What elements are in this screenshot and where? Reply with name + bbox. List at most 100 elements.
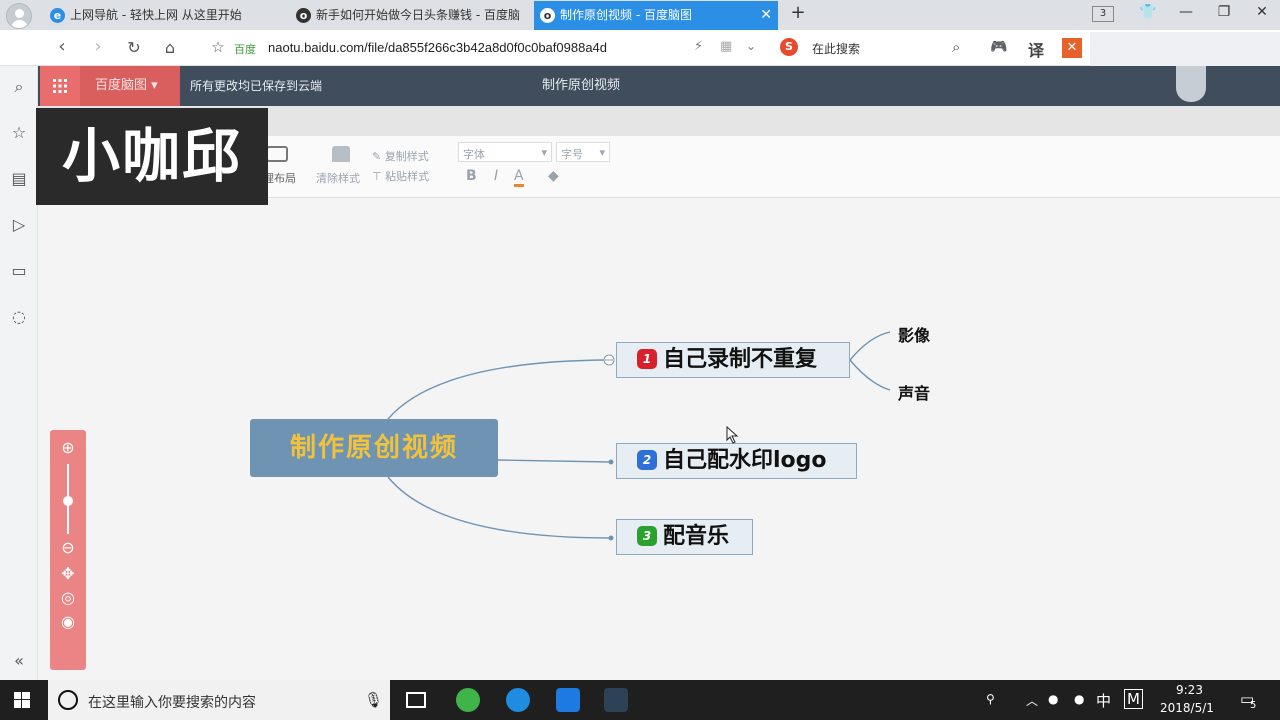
copy-style-button[interactable]: ✎ 复制样式 xyxy=(372,148,429,164)
grid-icon xyxy=(53,79,67,93)
search-engine-icon[interactable]: S xyxy=(780,38,798,56)
qq-icon-2[interactable]: ● xyxy=(1074,692,1084,706)
move-icon[interactable]: ✥ xyxy=(58,564,78,584)
tab-3-active[interactable]: o 制作原创视频 - 百度脑图 ✕ xyxy=(534,1,778,30)
windows-start-icon[interactable] xyxy=(14,692,30,708)
leaf-node-image[interactable]: 影像 xyxy=(898,322,930,346)
paste-style-button[interactable]: ⊤ 粘贴样式 xyxy=(372,168,429,184)
clear-style-button[interactable]: 清除样式 xyxy=(316,170,360,186)
grid-menu-button[interactable] xyxy=(40,66,80,106)
app-header: 百度脑图 ▾ 所有更改均已保存到云端 制作原创视频 xyxy=(0,66,1280,106)
search-input[interactable]: 在此搜索 xyxy=(812,40,860,57)
translate-icon[interactable]: 译 xyxy=(1028,37,1044,61)
forward-icon[interactable]: › xyxy=(86,36,110,57)
video-icon[interactable]: ▭ xyxy=(8,260,30,282)
font-size-select[interactable]: 字号 ▾ xyxy=(556,142,610,162)
microphone-icon[interactable]: 🎙 xyxy=(364,691,383,709)
brush-icon: ✎ xyxy=(372,150,382,163)
zoom-panel: ⊕ ⊖ ✥ ◎ ◉ xyxy=(50,430,86,670)
font-family-select[interactable]: 字体 ▾ xyxy=(458,142,552,162)
home-icon[interactable]: ⌂ xyxy=(158,38,182,57)
close-window-icon[interactable]: ✕ xyxy=(1250,4,1274,20)
restore-icon[interactable]: ❐ xyxy=(1212,4,1236,20)
clock-date[interactable]: 2018/5/1 xyxy=(1160,701,1214,715)
reader-icon[interactable]: ▤ xyxy=(8,168,30,190)
lightning-icon[interactable]: ⚡ xyxy=(694,39,703,54)
tab-1-label: 上网导航 - 轻快上网 从这里开始 xyxy=(70,8,242,22)
mouse-cursor-icon xyxy=(726,426,739,444)
browser-sidebar: ⌕ ☆ ▤ ▷ ▭ ◌ « xyxy=(0,66,38,680)
clear-style-icon xyxy=(332,146,350,162)
clock-time[interactable]: 9:23 xyxy=(1176,683,1203,697)
locate-icon[interactable]: ◎ xyxy=(58,588,78,608)
url-input[interactable]: naotu.baidu.com/file/da855f266c3b42a8d0f… xyxy=(268,40,607,55)
taskbar-search-input[interactable]: 在这里输入你要搜索的内容 xyxy=(88,692,256,712)
qq-icon[interactable]: ● xyxy=(1048,692,1058,706)
priority-2-icon: 2 xyxy=(637,450,657,470)
ime-mode-icon[interactable]: M xyxy=(1124,689,1143,709)
leaf-node-sound[interactable]: 声音 xyxy=(898,380,930,404)
new-tab-button[interactable]: + xyxy=(786,2,810,23)
tab-count-badge[interactable]: 3 xyxy=(1092,6,1114,22)
collapse-sidebar-icon[interactable]: « xyxy=(8,650,30,672)
shirt-icon[interactable]: 👕 xyxy=(1136,4,1160,20)
fill-color-icon[interactable]: ◆ xyxy=(548,168,559,184)
branch-node-3[interactable]: 3 配音乐 xyxy=(616,519,753,555)
star-icon[interactable]: ☆ xyxy=(8,122,30,144)
game-icon[interactable]: 🎮 xyxy=(990,39,1007,55)
font-color-button[interactable]: A xyxy=(514,168,524,187)
notification-count: 5 xyxy=(1250,700,1257,711)
star-icon[interactable]: ☆ xyxy=(206,38,230,56)
font-family-value: 字体 xyxy=(463,148,485,161)
bold-button[interactable]: B xyxy=(466,168,477,184)
search-icon[interactable]: ⌕ xyxy=(952,38,960,56)
search-icon[interactable]: ⌕ xyxy=(8,76,30,98)
branch-node-2[interactable]: 2 自己配水印logo xyxy=(616,443,857,479)
arrow-app-icon[interactable] xyxy=(556,688,580,712)
task-view-icon[interactable] xyxy=(406,692,426,708)
play-icon[interactable]: ▷ xyxy=(8,214,30,236)
watermark-logo: 小咖邱 xyxy=(36,108,268,205)
chevron-down-icon: ▾ xyxy=(599,146,605,159)
tab-1[interactable]: e 上网导航 - 轻快上网 从这里开始 xyxy=(44,1,284,30)
browser-360-icon[interactable] xyxy=(456,688,480,712)
taskbar-search[interactable]: 在这里输入你要搜索的内容 🎙 xyxy=(48,680,390,720)
save-status: 所有更改均已保存到云端 xyxy=(190,79,323,93)
tools-icon[interactable]: ✕ xyxy=(1062,38,1082,58)
italic-button[interactable]: I xyxy=(494,168,498,184)
caret-down-icon: ▾ xyxy=(151,78,158,93)
branch-node-1[interactable]: 1 自己录制不重复 xyxy=(616,342,850,378)
editor-app-icon[interactable] xyxy=(604,688,628,712)
minimize-icon[interactable]: — xyxy=(1174,4,1198,20)
branch-3-label: 配音乐 xyxy=(663,524,730,549)
browser-app-icon[interactable] xyxy=(506,688,530,712)
tray-expand-icon[interactable]: ︿ xyxy=(1026,692,1038,709)
paste-style-label: 粘贴样式 xyxy=(385,170,430,183)
zoom-slider-handle[interactable] xyxy=(63,496,73,506)
tab-2[interactable]: o 新手如何开始做今日头条赚钱 - 百度脑 xyxy=(290,1,528,30)
brand-menu-button[interactable]: 百度脑图 ▾ xyxy=(80,66,180,106)
doc-title: 制作原创视频 xyxy=(542,78,621,93)
copy-style-label: 复制样式 xyxy=(384,150,429,163)
people-icon[interactable]: ⚲ xyxy=(986,692,995,706)
priority-1-icon: 1 xyxy=(637,349,657,369)
chevron-down-icon[interactable]: ⌄ xyxy=(746,39,756,53)
root-node[interactable]: 制作原创视频 xyxy=(250,419,498,477)
layout-icon xyxy=(266,146,288,162)
back-icon[interactable]: ‹ xyxy=(50,36,74,57)
browser-tab-strip: e 上网导航 - 轻快上网 从这里开始 o 新手如何开始做今日头条赚钱 - 百度… xyxy=(0,0,1280,30)
branch-2-label: 自己配水印logo xyxy=(663,448,827,473)
branch-1-label: 自己录制不重复 xyxy=(663,347,818,372)
close-tab-icon[interactable]: ✕ xyxy=(760,1,772,30)
zoom-out-icon[interactable]: ⊖ xyxy=(58,538,78,558)
ie-icon: e xyxy=(50,8,65,23)
ime-indicator[interactable]: 中 xyxy=(1096,690,1111,711)
zoom-in-icon[interactable]: ⊕ xyxy=(58,438,78,458)
refresh-icon[interactable]: ↻ xyxy=(122,38,146,57)
user-avatar[interactable] xyxy=(6,3,32,29)
eye-icon[interactable]: ◉ xyxy=(58,612,78,632)
qr-icon[interactable]: ▦ xyxy=(720,39,732,54)
mindmap-canvas[interactable]: 制作原创视频 1 自己录制不重复 2 自己配水印logo 3 配音乐 影像 声音 xyxy=(38,198,1280,680)
tab-3-label: 制作原创视频 - 百度脑图 xyxy=(560,8,692,22)
chat-icon[interactable]: ◌ xyxy=(8,306,30,328)
